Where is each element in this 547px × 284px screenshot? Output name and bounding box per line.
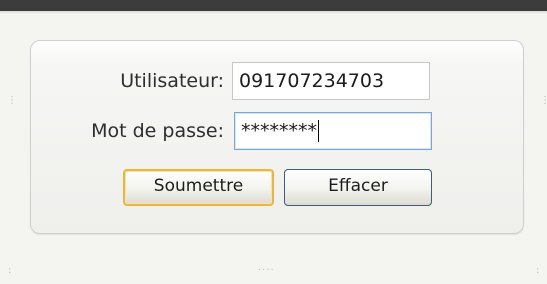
username-value: 091707234703 (239, 70, 385, 92)
top-bar-shadow (0, 11, 547, 14)
resize-grip-bottom[interactable]: ···· (258, 266, 275, 276)
text-caret (318, 120, 319, 142)
resize-grip-right[interactable]: ⋮ (540, 96, 547, 106)
resize-grip-left[interactable]: ⋮ (7, 96, 17, 106)
clear-button[interactable]: Effacer (284, 169, 432, 206)
password-label: Mot de passe: (91, 120, 224, 142)
password-field[interactable]: ******** (234, 112, 432, 150)
username-field[interactable]: 091707234703 (232, 62, 430, 100)
submit-button[interactable]: Soumettre (123, 169, 274, 206)
corner-mark-bottom-left: : (8, 265, 13, 276)
window-top-bar (0, 0, 547, 11)
password-masked-value: ******** (241, 120, 317, 142)
username-label: Utilisateur: (120, 70, 224, 92)
corner-mark-bottom-right: : (536, 265, 541, 276)
